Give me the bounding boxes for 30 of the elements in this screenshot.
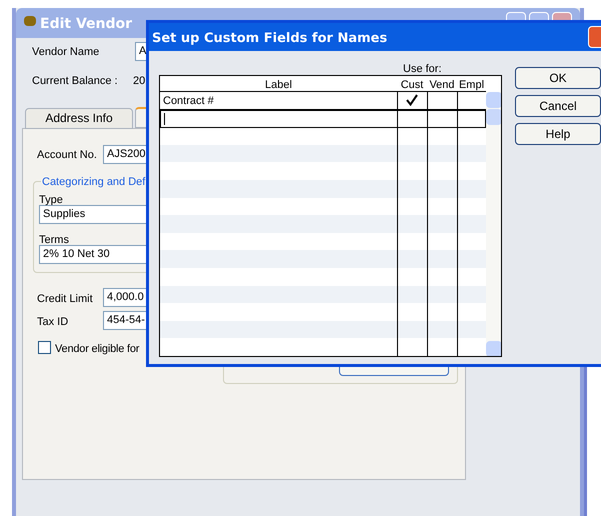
table-cell-text: Contract # [163, 94, 214, 109]
dialog-button[interactable]: Help [515, 123, 601, 145]
field-label: Tax ID [37, 315, 68, 330]
checkbox[interactable] [38, 341, 51, 354]
field-label: Type [39, 193, 63, 208]
scroll-down-button[interactable] [486, 341, 501, 356]
window-title: Edit Vendor [40, 15, 132, 34]
balance-value: 20 [133, 74, 146, 89]
column-header: Empl [458, 78, 486, 93]
use-for-label: Use for: [403, 62, 442, 77]
text-cursor [164, 112, 165, 125]
dialog-button[interactable]: OK [515, 67, 601, 89]
field-label: Vendor Name [32, 45, 100, 60]
tab[interactable]: Address Info [25, 108, 133, 129]
scrollbar[interactable] [486, 92, 501, 356]
field-label: Terms [39, 233, 69, 248]
checkbox-label: Vendor eligible for [55, 342, 140, 357]
group-title: Categorizing and Def [41, 174, 146, 190]
dialog-title: Set up Custom Fields for Names [152, 30, 388, 48]
dialog-button[interactable]: Cancel [515, 95, 601, 117]
field-label: Account No. [37, 148, 97, 163]
scroll-up-button[interactable] [486, 92, 501, 108]
table-row[interactable] [160, 110, 486, 128]
app-icon [24, 16, 36, 26]
column-header: Vend [428, 78, 456, 93]
column-header: Label [264, 78, 293, 93]
scroll-thumb[interactable] [486, 109, 501, 125]
field-label: Credit Limit [37, 292, 93, 307]
column-header: Cust [400, 78, 424, 93]
field-label: Current Balance : [32, 74, 118, 89]
